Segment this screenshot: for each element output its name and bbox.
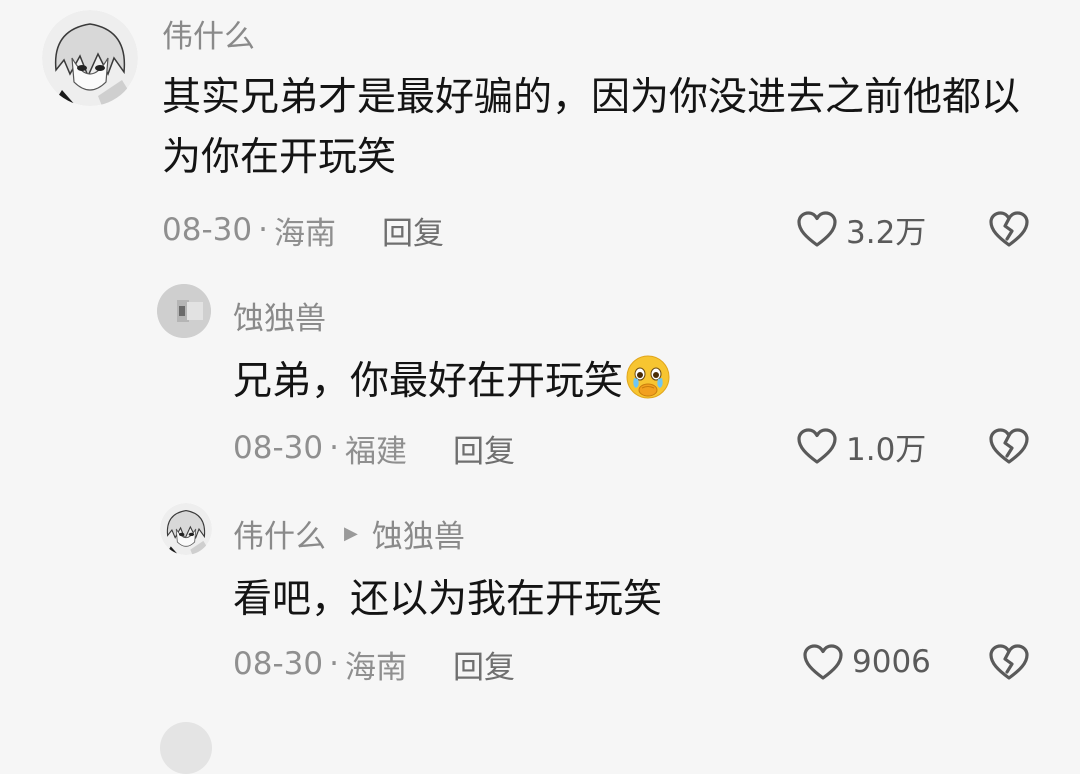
reply-to-username[interactable]: 蚀独兽: [372, 511, 465, 556]
meta-separator: ·: [329, 646, 339, 682]
comment-meta: 08-30 · 海南 回复: [162, 208, 444, 252]
reply-header: 伟什么 ▶ 蚀独兽: [233, 511, 465, 556]
dislike-button[interactable]: [988, 643, 1030, 685]
username[interactable]: 伟什么: [162, 11, 255, 56]
comment-date: 08-30: [233, 430, 324, 466]
comment-location: 海南: [273, 215, 336, 252]
avatar[interactable]: [42, 10, 138, 106]
triangle-right-icon: ▶: [344, 522, 358, 544]
like-button[interactable]: 1.0万: [796, 424, 926, 468]
comment-meta: 08-30 · 福建 回复: [233, 426, 515, 470]
crying-face-emoji: [626, 355, 670, 399]
like-button[interactable]: 9006: [802, 640, 931, 684]
meta-separator: ·: [258, 212, 268, 248]
username[interactable]: 蚀独兽: [233, 293, 326, 338]
broken-heart-icon: [989, 211, 1029, 247]
reply-button[interactable]: 回复: [453, 426, 515, 471]
username[interactable]: 伟什么: [233, 511, 326, 556]
reply-button[interactable]: 回复: [382, 208, 444, 253]
comment-meta: 08-30 · 海南 回复: [233, 642, 515, 686]
comment-date: 08-30: [162, 212, 253, 248]
dislike-button[interactable]: [988, 427, 1030, 469]
comment-content: 兄弟，你最好在开玩笑: [233, 352, 1033, 412]
like-button[interactable]: 3.2万: [796, 207, 926, 251]
like-count: 3.2万: [846, 214, 927, 251]
heart-outline-icon: [803, 644, 843, 680]
comment-text: 其实兄弟才是最好骗的，因为你没进去之前他都以为你在开玩笑: [162, 75, 1021, 180]
avatar[interactable]: [160, 722, 212, 774]
meta-separator: ·: [329, 430, 339, 466]
avatar[interactable]: [157, 284, 211, 338]
comment-text: 看吧，还以为我在开玩笑: [233, 577, 663, 622]
like-count: 1.0万: [846, 431, 927, 468]
broken-heart-icon: [989, 644, 1029, 680]
comment-location: 福建: [344, 433, 407, 470]
broken-heart-icon: [989, 428, 1029, 464]
heart-outline-icon: [797, 428, 837, 464]
heart-outline-icon: [797, 211, 837, 247]
like-count: 9006: [852, 644, 931, 680]
comment-location: 海南: [344, 649, 407, 686]
reply-button[interactable]: 回复: [453, 642, 515, 687]
dislike-button[interactable]: [988, 210, 1030, 252]
comment-date: 08-30: [233, 646, 324, 682]
avatar[interactable]: [160, 503, 212, 555]
comment-text: 兄弟，你最好在开玩笑: [233, 359, 624, 404]
